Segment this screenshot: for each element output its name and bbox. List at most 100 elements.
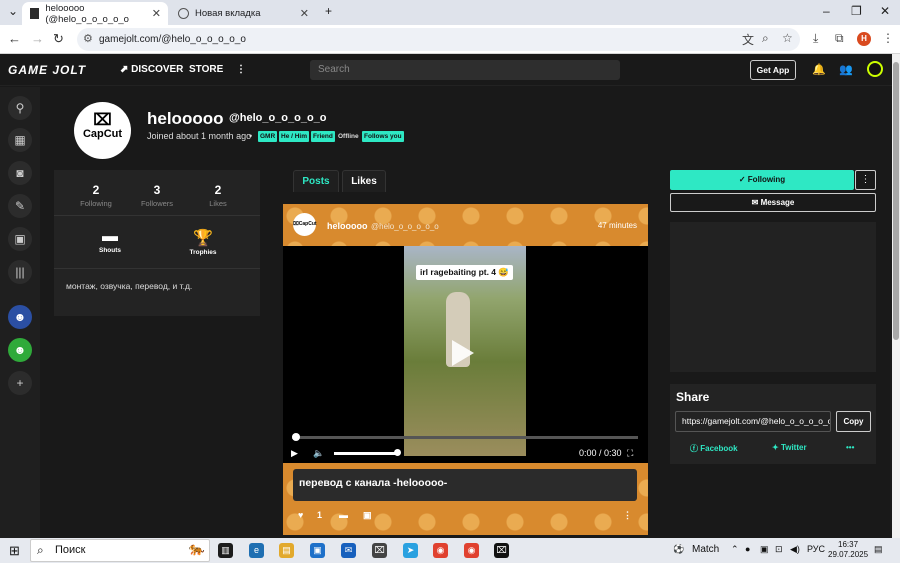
tab-new-tab[interactable]: Новая вкладка ✕ [170, 2, 316, 25]
like-heart-icon[interactable]: ♥ [298, 510, 303, 520]
share-url-field[interactable]: https://gamejolt.com/@helo_o_o_o_o_o [675, 411, 831, 432]
discover-store-icon[interactable]: ▦ [8, 128, 32, 152]
copy-button[interactable]: Copy [836, 411, 871, 432]
seek-knob[interactable] [292, 433, 300, 441]
share-twitter[interactable]: ✦ Twitter [772, 443, 807, 452]
stat-followers[interactable]: 3 Followers [127, 183, 187, 208]
new-tab-plus-icon[interactable]: + [325, 4, 332, 18]
language-indicator[interactable]: РУС [807, 544, 825, 554]
video-player[interactable]: irl ragebaiting pt. 4 😅 ▶ 🔈 0:00 / 0:30 … [283, 246, 648, 463]
post-author-name[interactable]: helooooo [327, 221, 368, 231]
weather-label[interactable]: Match [692, 544, 719, 555]
shouts-bubble-icon: ▬ [102, 228, 118, 245]
post-more-icon[interactable]: ⋮ [623, 510, 632, 521]
backpack-icon[interactable]: ◙ [8, 161, 32, 185]
message-button[interactable]: ✉ Message [670, 193, 876, 212]
play-icon[interactable]: ▶ [291, 448, 298, 459]
volume-icon[interactable]: 🔈 [313, 448, 324, 459]
nav-discover[interactable]: ⬈ DISCOVER [120, 64, 183, 75]
volume-tray-icon[interactable]: ◀) [790, 544, 800, 555]
url-bar[interactable]: ⚙ gamejolt.com/@helo_o_o_o_o_o [77, 28, 800, 51]
notification-center-icon[interactable]: ▤ [874, 544, 883, 555]
stat-label: Followers [140, 199, 174, 208]
zoom-icon[interactable]: ⌕ [762, 31, 769, 46]
tab-gamejolt[interactable]: helooooo (@helo_o_o_o_o_o ✕ [22, 2, 168, 25]
tray-app-icon[interactable]: ● [745, 544, 750, 554]
library-icon[interactable]: ||| [8, 260, 32, 284]
capcut-app-icon[interactable]: ⌧ [372, 543, 387, 558]
get-app-button[interactable]: Get App [750, 60, 796, 80]
telegram-icon[interactable]: ➤ [403, 543, 418, 558]
activity-feed-icon[interactable]: ⚲ [8, 96, 32, 120]
mail-icon[interactable]: ✉ [341, 543, 356, 558]
browser-profile-avatar[interactable]: H [857, 32, 871, 46]
close-tab-icon[interactable]: ✕ [152, 7, 161, 20]
sticker-icon[interactable]: ▣ [363, 510, 372, 521]
gamejolt-logo[interactable]: GAME JOLT [8, 63, 86, 77]
taskbar-clock[interactable]: 16:37 29.07.2025 [828, 540, 868, 560]
community-avatar-icon[interactable]: ☻ [8, 305, 32, 329]
comment-icon[interactable]: ▬ [339, 510, 348, 520]
scrollbar-thumb[interactable] [893, 62, 899, 340]
volume-slider[interactable] [334, 449, 401, 456]
windows-start-icon[interactable]: ⊞ [9, 543, 20, 559]
stat-likes[interactable]: 2 Likes [188, 183, 248, 208]
tab-posts[interactable]: Posts [293, 170, 339, 192]
user-avatar[interactable] [867, 61, 883, 77]
community-avatar-icon[interactable]: ☻ [8, 338, 32, 362]
browser-menu-icon[interactable]: ⋮ [882, 31, 894, 45]
edge-icon[interactable]: e [249, 543, 264, 558]
clock-date: 29.07.2025 [828, 550, 869, 559]
close-window-icon[interactable]: ✕ [880, 4, 890, 18]
download-icon[interactable]: ⤓ [813, 31, 818, 46]
tray-chevron-icon[interactable]: ⌃ [731, 544, 739, 555]
fullscreen-icon[interactable]: ⛶ [627, 448, 633, 459]
tab-list-chevron-icon[interactable]: ⌄ [8, 4, 18, 18]
extensions-icon[interactable]: ⧉ [835, 31, 844, 46]
friends-icon[interactable]: 👥 [839, 63, 853, 76]
quests-icon[interactable]: ✎ [8, 194, 32, 218]
volume-knob[interactable] [394, 449, 401, 456]
search-input[interactable]: Search [310, 60, 620, 80]
site-info-icon[interactable]: ⚙ [83, 32, 93, 45]
chrome-icon[interactable]: ◉ [433, 543, 448, 558]
chrome-active-icon[interactable]: ◉ [464, 543, 479, 558]
profile-avatar[interactable]: ⌧ CapCut [74, 102, 131, 159]
chat-icon[interactable]: ▣ [8, 227, 32, 251]
taskbar-search[interactable]: ⌕ Поиск 🐅 [30, 539, 210, 562]
minimize-icon[interactable]: – [823, 4, 830, 18]
following-button[interactable]: ✓ Following [670, 170, 854, 190]
stat-following[interactable]: 2 Following [66, 183, 126, 208]
bookmark-star-icon[interactable]: ☆ [782, 31, 793, 45]
maximize-icon[interactable]: ❐ [851, 4, 862, 18]
share-more-icon[interactable]: ••• [846, 443, 854, 452]
task-view-icon[interactable]: ▥ [218, 543, 233, 558]
translate-icon[interactable]: 文 [742, 31, 754, 48]
notifications-bell-icon[interactable]: 🔔 [812, 63, 826, 76]
network-icon[interactable]: ⊡ [775, 544, 783, 555]
page-scrollbar[interactable] [892, 54, 900, 538]
tab-likes[interactable]: Likes [342, 170, 386, 192]
share-facebook[interactable]: ⓕ Facebook [690, 443, 738, 454]
profile-handle: @helo_o_o_o_o_o [229, 112, 327, 124]
facebook-label: Facebook [700, 444, 738, 453]
trophies-button[interactable]: 🏆 Trophies [173, 228, 233, 256]
back-arrow-icon[interactable]: ← [8, 31, 21, 46]
capcut-icon[interactable]: ⌧ [494, 543, 509, 558]
nav-more-icon[interactable]: ⋮ [236, 64, 246, 75]
tray-app-icon[interactable]: ▣ [760, 544, 769, 555]
close-tab-icon[interactable]: ✕ [300, 7, 309, 20]
reload-icon[interactable]: ↻ [53, 31, 64, 47]
add-community-icon[interactable]: + [8, 371, 32, 395]
file-explorer-icon[interactable]: ▤ [279, 543, 294, 558]
nav-store[interactable]: STORE [189, 64, 223, 75]
profile-more-icon[interactable]: ⋮ [855, 170, 876, 190]
forward-arrow-icon[interactable]: → [31, 31, 44, 46]
weather-icon[interactable]: ⚽ [673, 544, 684, 555]
site-header: GAME JOLT ⬈ DISCOVER STORE ⋮ Search Get … [0, 54, 892, 86]
shouts-button[interactable]: ▬ Shouts [80, 228, 140, 254]
store-icon[interactable]: ▣ [310, 543, 325, 558]
video-seek-bar[interactable] [292, 433, 638, 441]
play-overlay-icon[interactable] [452, 340, 474, 366]
post-author-avatar[interactable]: ⌧CapCut [293, 213, 317, 236]
